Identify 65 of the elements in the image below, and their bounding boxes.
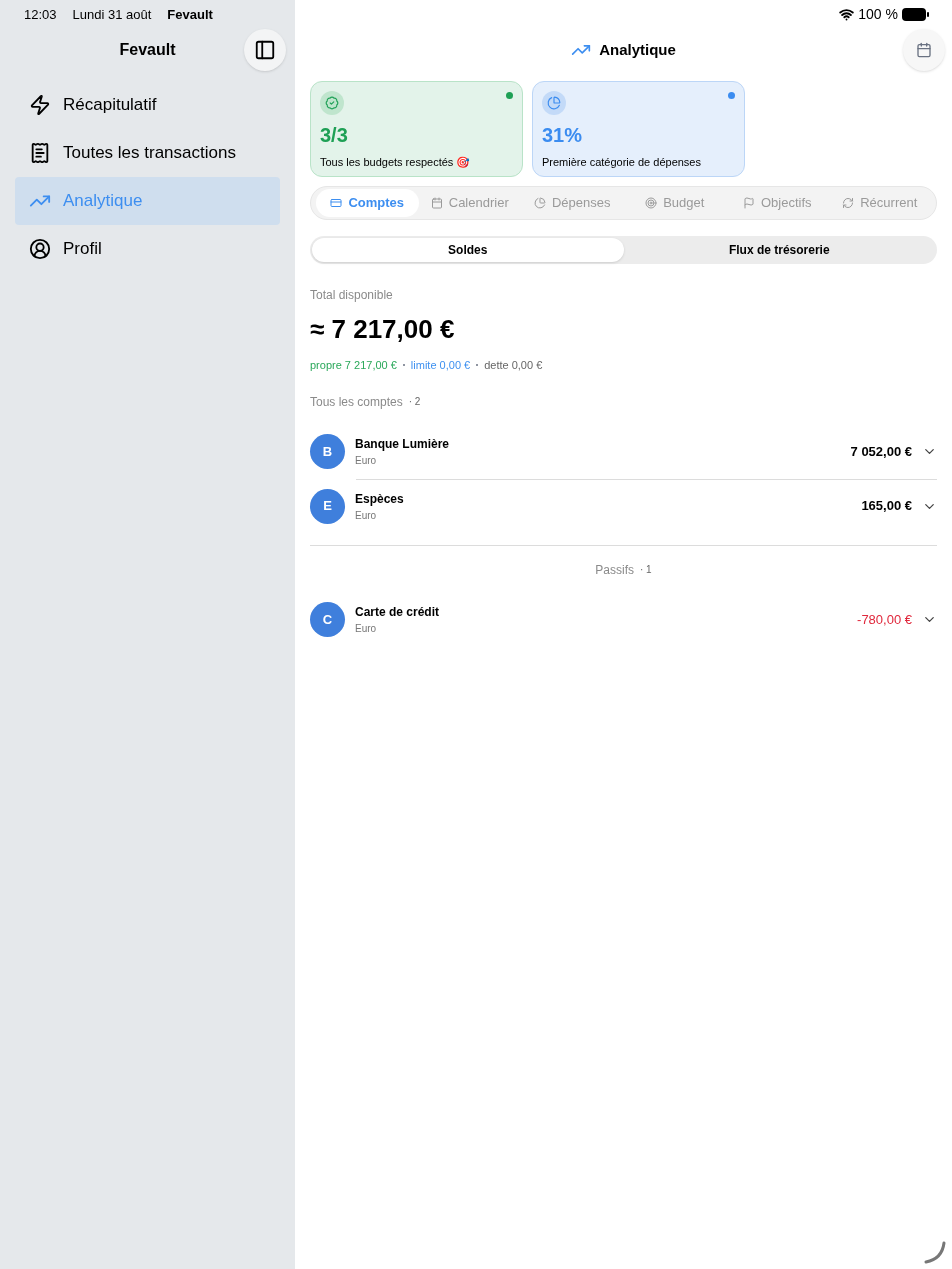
account-name: Espèces bbox=[355, 490, 405, 508]
account-name: Carte de crédit bbox=[355, 604, 441, 621]
tab[interactable]: Dépenses bbox=[521, 189, 624, 217]
account-amount: 165,00 € bbox=[861, 497, 912, 516]
pie-chart-icon bbox=[547, 96, 561, 110]
lightning-icon bbox=[29, 94, 51, 116]
sidebar-item[interactable]: Toutes les transactions bbox=[15, 129, 280, 177]
sidebar-item[interactable]: Profil bbox=[15, 225, 280, 273]
pie-chart-icon bbox=[533, 197, 546, 209]
badge-check-icon bbox=[325, 96, 339, 110]
account-avatar: B bbox=[310, 434, 345, 469]
status-app-name: Fevault bbox=[167, 5, 213, 24]
account-amount: -780,00 € bbox=[857, 610, 912, 629]
account-avatar: C bbox=[310, 602, 345, 637]
battery-level: 100 % bbox=[858, 5, 898, 24]
sidebar-item[interactable]: Analytique bbox=[15, 177, 280, 225]
tab[interactable]: Budget bbox=[623, 189, 726, 217]
balance-breakdown: limite 0,00 € bbox=[410, 358, 471, 373]
group-title: Passifs bbox=[595, 561, 634, 579]
calendar-icon bbox=[430, 197, 443, 209]
tab[interactable]: Calendrier bbox=[418, 189, 521, 217]
group-count: · 1 bbox=[640, 563, 652, 577]
status-date: Lundi 31 août bbox=[72, 5, 152, 24]
person-icon bbox=[29, 238, 51, 260]
total-amount: ≈ 7 217,00 € bbox=[310, 313, 456, 346]
account-currency: Euro bbox=[355, 622, 378, 636]
balance-breakdown: propre 7 217,00 € bbox=[310, 358, 397, 373]
receipt-icon bbox=[29, 142, 51, 164]
battery-icon bbox=[902, 8, 929, 21]
segment[interactable]: Flux de trésorerie bbox=[623, 238, 935, 262]
sidebar-item[interactable]: Récapitulatif bbox=[15, 81, 280, 129]
sidebar-icon bbox=[254, 39, 276, 61]
tab[interactable]: Récurrent bbox=[828, 189, 931, 217]
tab[interactable]: Comptes bbox=[316, 189, 419, 217]
account-currency: Euro bbox=[355, 508, 378, 523]
sidebar-toggle-button[interactable] bbox=[244, 29, 286, 71]
card-label: Tous les budgets respectés 🎯 bbox=[320, 155, 472, 170]
card-label: Première catégorie de dépenses bbox=[542, 155, 702, 170]
wifi-icon bbox=[839, 7, 855, 22]
calendar-icon bbox=[916, 42, 932, 58]
loading-arc-icon bbox=[924, 1241, 948, 1265]
refresh-icon bbox=[842, 197, 855, 209]
target-icon bbox=[645, 197, 658, 209]
sidebar-item-label: Récapitulatif bbox=[63, 94, 157, 117]
total-label: Total disponible bbox=[310, 287, 394, 304]
card-icon bbox=[330, 197, 343, 209]
card-value: 31% bbox=[542, 123, 584, 148]
account-currency: Euro bbox=[355, 454, 378, 468]
calendar-button[interactable] bbox=[903, 29, 945, 71]
page-title: Analytique bbox=[599, 39, 676, 60]
sidebar-title: Fevault bbox=[119, 40, 176, 60]
status-time: 12:03 bbox=[24, 5, 57, 24]
account-avatar: E bbox=[310, 488, 345, 524]
group-title: Tous les comptes bbox=[310, 393, 403, 411]
flag-icon bbox=[742, 197, 755, 209]
balance-breakdown: dette 0,00 € bbox=[484, 358, 543, 373]
account-name: Banque Lumière bbox=[355, 436, 451, 453]
card-value: 3/3 bbox=[320, 123, 349, 148]
group-count: · 2 bbox=[408, 395, 421, 409]
segment[interactable]: Soldes bbox=[312, 238, 624, 262]
sidebar-item-label: Toutes les transactions bbox=[63, 142, 236, 165]
sidebar-item-label: Profil bbox=[63, 238, 102, 261]
tab[interactable]: Objectifs bbox=[726, 189, 829, 217]
sidebar-item-label: Analytique bbox=[63, 190, 143, 213]
account-amount: 7 052,00 € bbox=[850, 442, 912, 461]
